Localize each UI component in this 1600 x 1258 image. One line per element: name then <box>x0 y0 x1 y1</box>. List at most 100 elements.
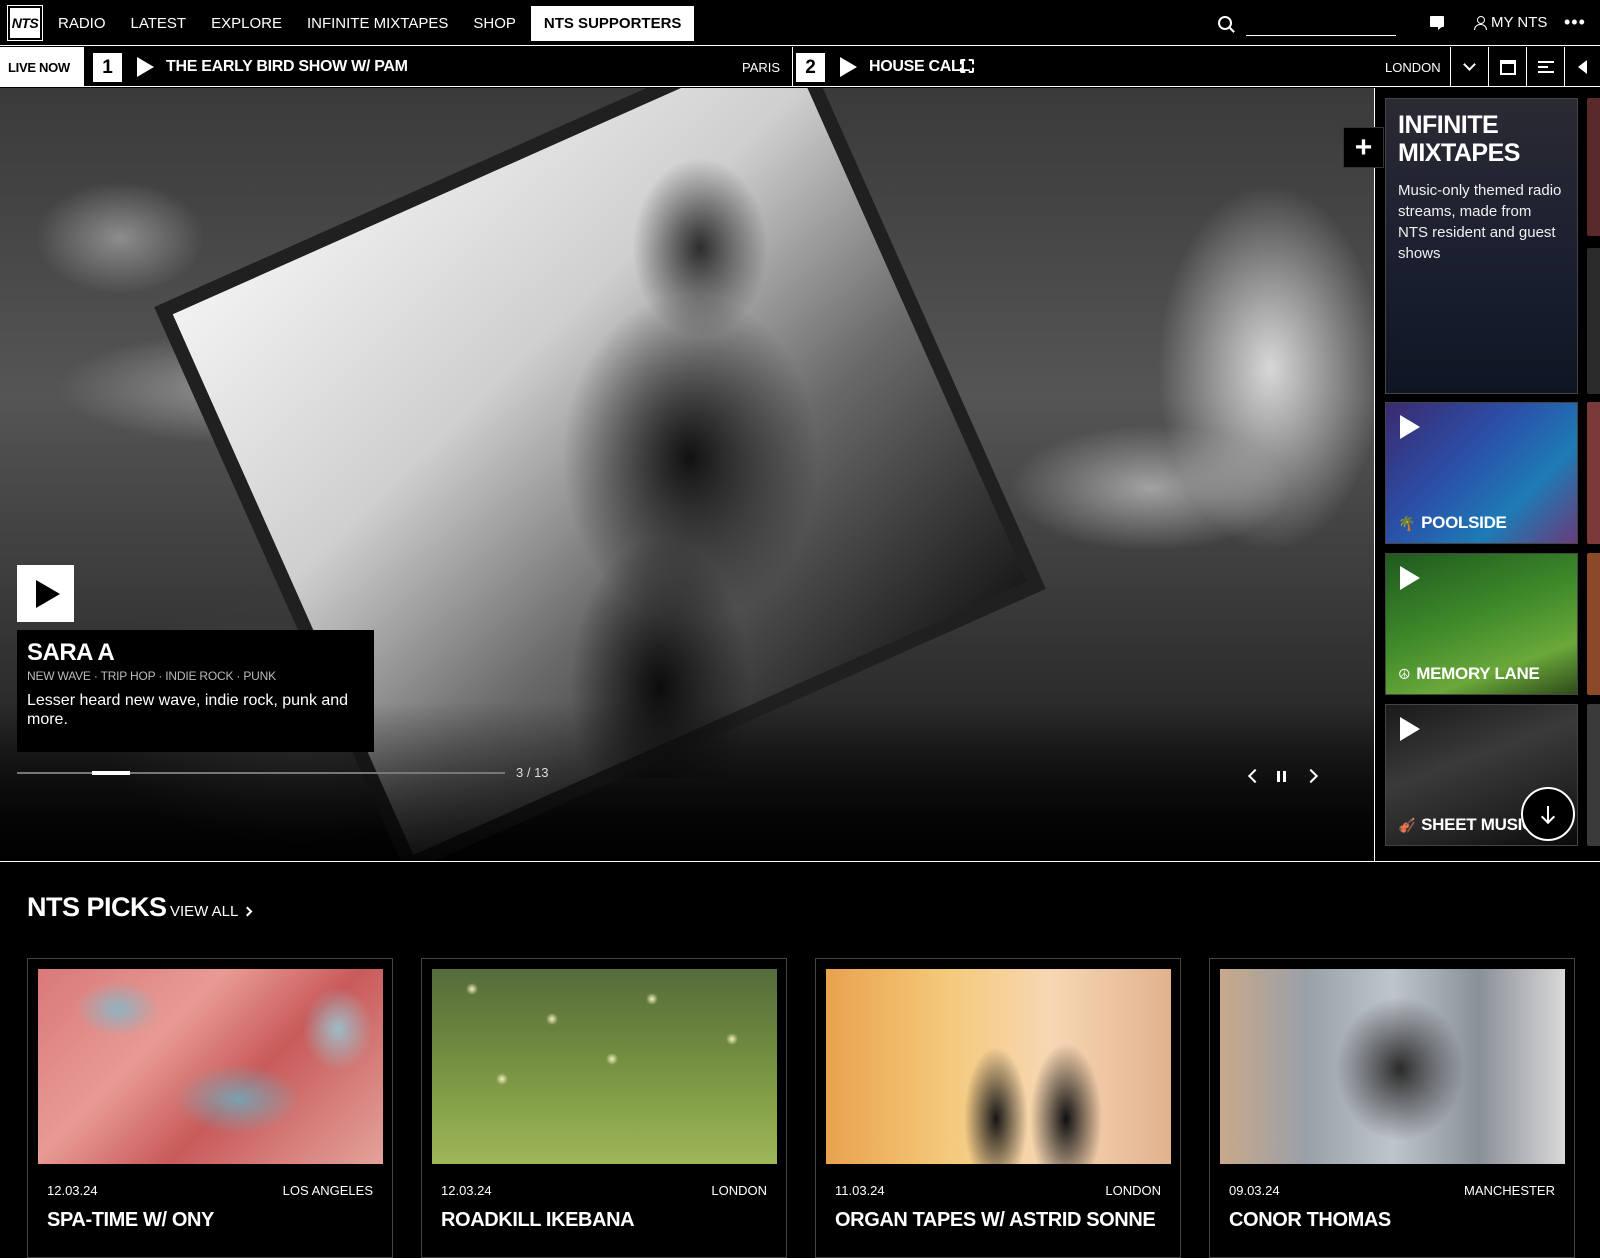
mixtape-tile-poolside[interactable]: 🌴 POOLSIDE <box>1385 402 1578 544</box>
chevron-down-icon <box>1463 58 1476 71</box>
more-options-icon[interactable]: ••• <box>1564 12 1586 33</box>
channel-1-city: PARIS <box>742 60 781 75</box>
volume-icon <box>1578 60 1587 74</box>
nav-latest[interactable]: LATEST <box>131 15 187 32</box>
pick-title: ORGAN TAPES W/ ASTRID SONNE <box>835 1209 1156 1231</box>
scroll-down-button[interactable] <box>1521 787 1575 841</box>
plus-icon: + <box>1354 130 1373 164</box>
pick-thumbnail <box>826 969 1171 1164</box>
chevron-right-icon <box>242 906 253 917</box>
calendar-icon <box>1499 59 1516 75</box>
playlist-button[interactable] <box>1526 47 1564 87</box>
infinite-mixtapes-panel: INFINITE MIXTAPES Music-only themed radi… <box>1374 88 1600 861</box>
pick-date: 12.03.24 <box>47 1183 98 1198</box>
pick-thumbnail <box>1220 969 1565 1164</box>
hero-carousel: SARA A NEW WAVE · TRIP HOP · INDIE ROCK … <box>0 88 1374 861</box>
slide-progress-track[interactable] <box>17 771 505 775</box>
mixtape-edge-peek <box>1587 402 1600 544</box>
channel-2-number[interactable]: 2 <box>795 52 826 83</box>
pick-thumbnail <box>38 969 383 1164</box>
nav-nts-supporters-button[interactable]: NTS SUPPORTERS <box>530 5 695 41</box>
chevron-right-icon <box>1303 768 1319 784</box>
channel-2-title[interactable]: HOUSE CALL <box>869 58 970 76</box>
hero-genres: NEW WAVE · TRIP HOP · INDIE ROCK · PUNK <box>27 669 276 683</box>
nts-logo[interactable]: NTS <box>7 5 43 41</box>
channel-1-number[interactable]: 1 <box>92 52 123 83</box>
pick-card[interactable]: 09.03.24 MANCHESTER CONOR THOMAS <box>1209 958 1575 1258</box>
channel-2-city: LONDON <box>1385 60 1441 75</box>
chat-icon[interactable] <box>1430 16 1444 30</box>
channel-1-title[interactable]: THE EARLY BIRD SHOW W/ PAM <box>166 58 408 76</box>
pick-date: 12.03.24 <box>441 1183 492 1198</box>
mixtapes-description: Music-only themed radio streams, made fr… <box>1398 182 1562 262</box>
slide-counter: 3 / 13 <box>516 765 549 780</box>
play-icon <box>1400 717 1420 741</box>
search-icon[interactable] <box>1218 16 1232 30</box>
expand-schedule-button[interactable] <box>1450 47 1488 87</box>
add-mixtape-button[interactable]: + <box>1343 127 1384 168</box>
main-nav-links: RADIO LATEST EXPLORE INFINITE MIXTAPES S… <box>58 0 719 46</box>
next-slide-button[interactable] <box>1303 768 1319 784</box>
hero-play-button[interactable] <box>17 565 74 622</box>
pick-card[interactable]: 12.03.24 LONDON ROADKILL IKEBANA <box>421 958 787 1258</box>
nav-radio[interactable]: RADIO <box>58 15 106 32</box>
pick-city: LONDON <box>711 1183 767 1198</box>
mixtape-edge-peek <box>1587 248 1600 394</box>
nav-shop[interactable]: SHOP <box>473 15 516 32</box>
user-icon <box>1474 15 1487 30</box>
palm-tree-icon: 🌴 <box>1398 514 1416 531</box>
pick-thumbnail <box>432 969 777 1164</box>
playlist-icon <box>1537 61 1554 73</box>
instrument-icon: 🎻 <box>1398 816 1416 833</box>
nav-explore[interactable]: EXPLORE <box>211 15 282 32</box>
slide-progress-fill <box>92 771 130 775</box>
volume-button[interactable] <box>1564 47 1600 87</box>
mixtape-tile-memory-lane[interactable]: ☮ MEMORY LANE <box>1385 553 1578 695</box>
mixtape-label: ☮ MEMORY LANE <box>1398 664 1540 683</box>
arrow-down-icon <box>1547 806 1549 822</box>
peace-icon: ☮ <box>1398 665 1411 682</box>
pick-date: 09.03.24 <box>1229 1183 1280 1198</box>
calendar-button[interactable] <box>1488 47 1526 87</box>
pick-card[interactable]: 11.03.24 LONDON ORGAN TAPES W/ ASTRID SO… <box>815 958 1181 1258</box>
pick-title: ROADKILL IKEBANA <box>441 1209 635 1231</box>
my-nts-label: MY NTS <box>1491 14 1548 31</box>
hero-info-card[interactable]: SARA A NEW WAVE · TRIP HOP · INDIE ROCK … <box>17 630 374 752</box>
repeat-icon <box>960 59 974 73</box>
prev-slide-button[interactable] <box>1247 768 1263 784</box>
live-bar: LIVE NOW 1 THE EARLY BIRD SHOW W/ PAM PA… <box>0 47 1600 87</box>
channel-divider <box>792 47 793 87</box>
mixtapes-title: INFINITE MIXTAPES <box>1398 111 1520 167</box>
mixtape-label: 🎻 SHEET MUSIC <box>1398 815 1535 834</box>
mixtape-label: 🌴 POOLSIDE <box>1398 513 1507 532</box>
pick-city: LOS ANGELES <box>282 1183 373 1198</box>
pick-city: LONDON <box>1105 1183 1161 1198</box>
play-icon <box>1400 566 1420 590</box>
play-icon <box>35 579 60 608</box>
top-navigation: NTS RADIO LATEST EXPLORE INFINITE MIXTAP… <box>0 0 1600 46</box>
pick-date: 11.03.24 <box>835 1183 885 1198</box>
nav-infinite-mixtapes[interactable]: INFINITE MIXTAPES <box>307 15 448 32</box>
hero-description: Lesser heard new wave, indie rock, punk … <box>27 692 349 728</box>
pick-title: SPA-TIME W/ ONY <box>47 1209 214 1231</box>
hero-show-title: SARA A <box>27 639 115 666</box>
pick-card[interactable]: 12.03.24 LOS ANGELES SPA-TIME W/ ONY <box>27 958 393 1258</box>
live-now-label: LIVE NOW <box>0 47 84 87</box>
pick-city: MANCHESTER <box>1463 1183 1555 1198</box>
mixtapes-intro-card[interactable]: INFINITE MIXTAPES Music-only themed radi… <box>1385 98 1578 394</box>
search-input[interactable] <box>1246 12 1396 36</box>
channel-1-play-icon[interactable] <box>137 57 154 77</box>
my-nts-button[interactable]: MY NTS <box>1474 14 1547 31</box>
view-all-link[interactable]: VIEW ALL <box>170 903 253 920</box>
mixtape-edge-peek <box>1587 553 1600 695</box>
chevron-left-icon <box>1247 768 1263 784</box>
view-all-label: VIEW ALL <box>170 903 239 920</box>
mixtape-edge-peek <box>1587 704 1600 846</box>
channel-2-play-icon[interactable] <box>840 57 857 77</box>
mixtape-edge-peek <box>1587 98 1600 236</box>
play-icon <box>1400 415 1420 439</box>
pick-title: CONOR THOMAS <box>1229 1209 1391 1231</box>
pause-slideshow-button[interactable] <box>1277 771 1286 782</box>
section-divider <box>0 861 1600 862</box>
picks-heading: NTS PICKS <box>27 892 167 922</box>
